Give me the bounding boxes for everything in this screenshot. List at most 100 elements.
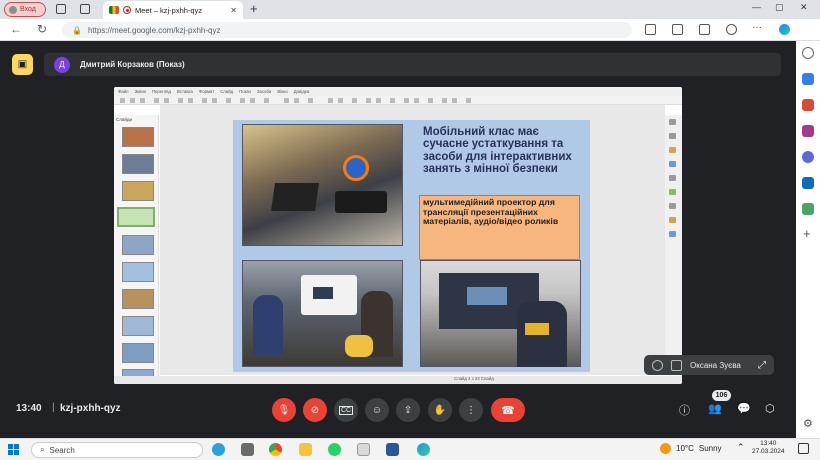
browser-extensions-icon[interactable] [726,24,737,35]
gallery-icon[interactable] [669,175,676,181]
tray-chevron-icon[interactable]: ⌃ [737,442,745,453]
tool-icon[interactable] [428,98,433,103]
search-icon[interactable] [802,47,814,59]
refresh-icon[interactable]: ↻ [37,22,47,36]
master-slides-icon[interactable] [669,161,676,167]
tool-icon[interactable] [140,98,145,103]
slide[interactable]: Мобільний клас має сучасне устаткування … [233,120,590,372]
tool-icon[interactable] [338,98,343,103]
tool-icon[interactable] [466,98,471,103]
calculator-icon[interactable] [241,443,254,456]
slide-thumbnail-selected[interactable] [117,207,155,227]
menu-item[interactable]: Файл [118,89,129,94]
slide-thumbnail[interactable] [122,262,154,282]
slide-thumbnail[interactable] [122,154,154,174]
menu-item[interactable]: Формат [199,89,214,94]
tool-icon[interactable] [212,98,217,103]
animation-icon[interactable] [669,147,676,153]
outlook-icon[interactable] [802,177,814,189]
word-icon[interactable] [386,443,399,456]
mic-toggle-button[interactable]: 🎙 [272,398,296,422]
games-icon[interactable] [802,125,814,137]
telegram-icon[interactable] [212,443,225,456]
tool-icon[interactable] [452,98,457,103]
tab-meet[interactable]: Meet – kzj-pxhh-qyz ✕ [103,1,243,19]
new-tab-button[interactable]: + [250,1,258,16]
tool-icon[interactable] [164,98,169,103]
tool-icon[interactable] [284,98,289,103]
address-bar[interactable]: 🔒 https://meet.google.com/kzj-pxhh-qyz [62,22,632,38]
navigator-icon[interactable] [669,189,676,195]
chat-icon[interactable]: 💬 [737,402,751,415]
split-screen-icon[interactable] [645,24,656,35]
shapes-icon[interactable] [669,217,676,223]
end-call-button[interactable]: ☎ [491,398,525,422]
participant-tile[interactable]: Оксана Зуєва ⤢ [644,355,774,375]
tool-icon[interactable] [442,98,447,103]
windows-start-icon[interactable] [8,444,19,455]
menu-item[interactable]: Вставка [177,89,193,94]
camera-toggle-button[interactable]: ⊘ [303,398,327,422]
tool-icon[interactable] [308,98,313,103]
more-options-button[interactable]: ⋮ [459,398,483,422]
tool-icon[interactable] [120,98,125,103]
back-icon[interactable]: ← [10,22,22,36]
tools-icon[interactable] [802,99,814,111]
design-icon[interactable] [669,231,676,237]
favorites-icon[interactable] [672,24,683,35]
menu-item[interactable]: Показ [239,89,251,94]
slide-thumbnail[interactable] [122,235,154,255]
m365-icon[interactable] [802,151,814,163]
app-icon[interactable] [357,443,370,456]
meeting-info-icon[interactable]: ⓘ [679,402,690,418]
styles-icon[interactable] [669,203,676,209]
tool-icon[interactable] [264,98,269,103]
slide-thumbnail[interactable] [122,289,154,309]
menu-item[interactable]: Перегляд [152,89,171,94]
tool-icon[interactable] [130,98,135,103]
properties-icon[interactable] [669,119,676,125]
minimize-button[interactable]: — [752,2,761,12]
edge-icon[interactable] [417,443,430,456]
copilot-icon[interactable] [779,24,790,35]
collections-icon[interactable] [699,24,710,35]
tool-icon[interactable] [154,98,159,103]
maximize-button[interactable]: ▢ [775,2,784,13]
tool-icon[interactable] [404,98,409,103]
presenting-indicator-icon[interactable]: ▣ [12,54,33,75]
tool-icon[interactable] [178,98,183,103]
raise-hand-button[interactable]: ✋ [428,398,452,422]
menu-item[interactable]: Довідка [294,89,309,94]
menu-item[interactable]: Слайд [220,89,233,94]
workspaces-icon[interactable] [56,4,66,14]
weather-widget[interactable]: 10°C Sunny [660,443,722,454]
chrome-icon[interactable] [269,443,282,456]
tab-close-icon[interactable]: ✕ [230,6,237,15]
slide-thumbnail[interactable] [122,181,154,201]
tool-icon[interactable] [352,98,357,103]
shopping-icon[interactable] [802,73,814,85]
people-icon[interactable]: 👥 [708,402,722,415]
close-window-button[interactable]: ✕ [800,2,808,13]
sidebar-settings-icon[interactable]: ⚙ [803,417,813,430]
tool-icon[interactable] [328,98,333,103]
add-sidebar-icon[interactable]: + [803,226,811,241]
expand-icon[interactable]: ⤢ [758,360,766,371]
tool-icon[interactable] [188,98,193,103]
menu-item[interactable]: Засоби [257,89,271,94]
whatsapp-icon[interactable] [328,443,341,456]
present-button[interactable]: ⇪ [396,398,420,422]
tool-icon[interactable] [240,98,245,103]
tool-icon[interactable] [202,98,207,103]
activities-icon[interactable]: ⬡ [765,402,775,415]
menu-item[interactable]: Вікно [277,89,287,94]
file-explorer-icon[interactable] [299,443,312,456]
more-menu-icon[interactable]: ··· [752,22,762,33]
tool-icon[interactable] [390,98,395,103]
tab-actions-icon[interactable] [80,4,90,14]
taskbar-search[interactable]: ⌕ Search [31,442,203,458]
tool-icon[interactable] [366,98,371,103]
system-clock[interactable]: 13:40 27.03.2024 [752,440,785,456]
tool-icon[interactable] [250,98,255,103]
slide-transition-icon[interactable] [669,133,676,139]
